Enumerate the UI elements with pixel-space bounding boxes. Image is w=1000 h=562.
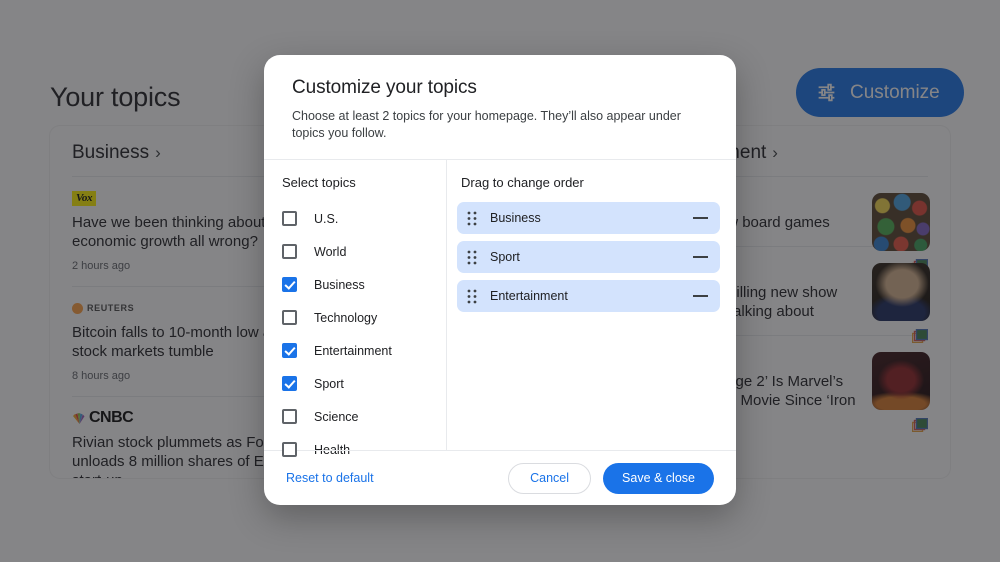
checkbox-checked-icon[interactable] <box>282 277 297 292</box>
drag-handle-icon[interactable] <box>467 289 477 304</box>
dialog-title: Customize your topics <box>292 77 477 98</box>
topic-checkbox-row[interactable]: World <box>282 235 446 268</box>
checkbox-unchecked-icon[interactable] <box>282 244 297 259</box>
checkbox-checked-icon[interactable] <box>282 343 297 358</box>
topic-label: U.S. <box>314 211 339 226</box>
draggable-topic-label: Business <box>490 211 541 225</box>
app-root: Your topics Customize Business › <box>0 0 1000 562</box>
checkbox-unchecked-icon[interactable] <box>282 310 297 325</box>
topic-label: Business <box>314 277 365 292</box>
checkbox-unchecked-icon[interactable] <box>282 442 297 457</box>
draggable-topic-label: Entertainment <box>490 289 568 303</box>
topic-checkbox-row[interactable]: Technology <box>282 301 446 334</box>
topic-checkbox-row[interactable]: U.S. <box>282 202 446 235</box>
drag-handle-icon[interactable] <box>467 250 477 265</box>
cancel-button[interactable]: Cancel <box>508 462 592 494</box>
drag-order-header: Drag to change order <box>461 175 584 190</box>
reset-to-default-button[interactable]: Reset to default <box>282 465 378 491</box>
remove-dash-icon[interactable] <box>693 295 708 297</box>
dialog-footer: Reset to default Cancel Save & close <box>264 450 736 505</box>
remove-dash-icon[interactable] <box>693 256 708 258</box>
topic-label: Technology <box>314 310 378 325</box>
draggable-topic-label: Sport <box>490 250 520 264</box>
remove-dash-icon[interactable] <box>693 217 708 219</box>
dialog-subtitle: Choose at least 2 topics for your homepa… <box>292 109 681 140</box>
topic-label: Sport <box>314 376 344 391</box>
drag-handle-icon[interactable] <box>467 211 477 226</box>
topic-checkbox-row[interactable]: Entertainment <box>282 334 446 367</box>
checkbox-checked-icon[interactable] <box>282 376 297 391</box>
topic-checkbox-row[interactable]: Business <box>282 268 446 301</box>
order-topics-column: Drag to change order Business Sport Ente… <box>447 160 736 450</box>
draggable-topic-row[interactable]: Sport <box>457 241 720 273</box>
select-topics-header: Select topics <box>282 175 356 190</box>
draggable-topic-row[interactable]: Entertainment <box>457 280 720 312</box>
topic-checkbox-row[interactable]: Science <box>282 400 446 433</box>
select-topics-column: Select topics U.S. World Business Techno… <box>264 160 447 457</box>
customize-topics-dialog: Customize your topics Choose at least 2 … <box>264 55 736 505</box>
topic-label: World <box>314 244 347 259</box>
save-and-close-button[interactable]: Save & close <box>603 462 714 494</box>
checkbox-unchecked-icon[interactable] <box>282 211 297 226</box>
dialog-body: Select topics U.S. World Business Techno… <box>264 159 736 457</box>
topic-label: Entertainment <box>314 343 392 358</box>
topic-label: Science <box>314 409 359 424</box>
topic-checkbox-row[interactable]: Sport <box>282 367 446 400</box>
checkbox-unchecked-icon[interactable] <box>282 409 297 424</box>
draggable-topic-row[interactable]: Business <box>457 202 720 234</box>
